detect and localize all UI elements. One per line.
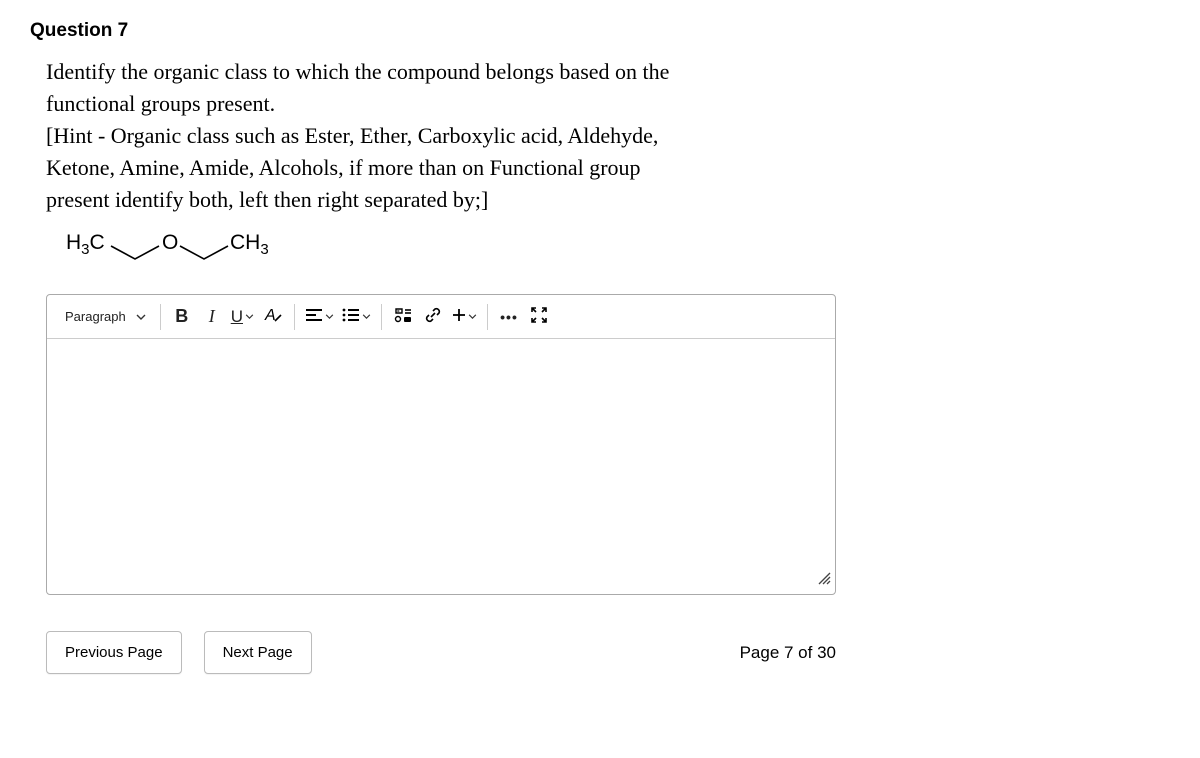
- italic-button[interactable]: I: [197, 301, 227, 333]
- list-button[interactable]: [338, 301, 375, 333]
- svg-text:H3C: H3C: [66, 231, 105, 258]
- fullscreen-icon: [531, 307, 547, 326]
- chevron-down-icon: [468, 314, 477, 319]
- align-button[interactable]: [301, 301, 338, 333]
- chem-right-ch: CH: [230, 231, 260, 254]
- chem-left-sub: 3: [81, 241, 89, 258]
- media-button[interactable]: [388, 301, 418, 333]
- rich-text-editor: Paragraph B I U A: [46, 294, 836, 595]
- chevron-down-icon: [362, 314, 371, 319]
- svg-text:CH3: CH3: [230, 231, 269, 258]
- list-icon: [342, 308, 360, 325]
- chemical-structure: H3C O CH3: [30, 227, 1170, 274]
- resize-handle-icon[interactable]: [815, 569, 831, 590]
- previous-page-button[interactable]: Previous Page: [46, 631, 182, 674]
- chem-o: O: [162, 231, 178, 254]
- bold-button[interactable]: B: [167, 301, 197, 333]
- question-label: Question 7: [30, 20, 1170, 42]
- page-indicator: Page 7 of 30: [740, 643, 836, 663]
- link-icon: [424, 306, 442, 327]
- fullscreen-button[interactable]: [524, 301, 554, 333]
- chevron-down-icon: [245, 314, 254, 319]
- svg-text:A: A: [264, 307, 276, 324]
- hint-line-2: Ketone, Amine, Amide, Alcohols, if more …: [46, 152, 1170, 184]
- prompt-line-1: Identify the organic class to which the …: [46, 56, 1170, 88]
- hint-line-3: present identify both, left then right s…: [46, 184, 1170, 216]
- insert-button[interactable]: [448, 301, 481, 333]
- media-icon: [394, 307, 412, 326]
- next-page-button[interactable]: Next Page: [204, 631, 312, 674]
- align-icon: [305, 308, 323, 325]
- prompt-line-2: functional groups present.: [46, 88, 1170, 120]
- chem-right-sub: 3: [260, 241, 268, 258]
- question-body: Identify the organic class to which the …: [30, 56, 1170, 215]
- chem-left-c: C: [90, 231, 105, 254]
- chevron-down-icon: [136, 314, 146, 320]
- paragraph-style-select[interactable]: Paragraph: [53, 301, 154, 333]
- page-footer: Previous Page Next Page Page 7 of 30: [46, 631, 836, 674]
- link-button[interactable]: [418, 301, 448, 333]
- plus-icon: [452, 308, 466, 325]
- underline-button[interactable]: U: [227, 301, 258, 333]
- chem-left-h: H: [66, 231, 81, 254]
- editor-textarea[interactable]: [47, 339, 835, 594]
- editor-toolbar: Paragraph B I U A: [47, 295, 835, 339]
- clear-format-icon: A: [263, 305, 283, 328]
- more-button[interactable]: •••: [494, 301, 524, 333]
- chevron-down-icon: [325, 314, 334, 319]
- hint-line-1: [Hint - Organic class such as Ester, Eth…: [46, 120, 1170, 152]
- paragraph-style-label: Paragraph: [65, 309, 126, 324]
- more-icon: •••: [500, 309, 518, 325]
- clear-formatting-button[interactable]: A: [258, 301, 288, 333]
